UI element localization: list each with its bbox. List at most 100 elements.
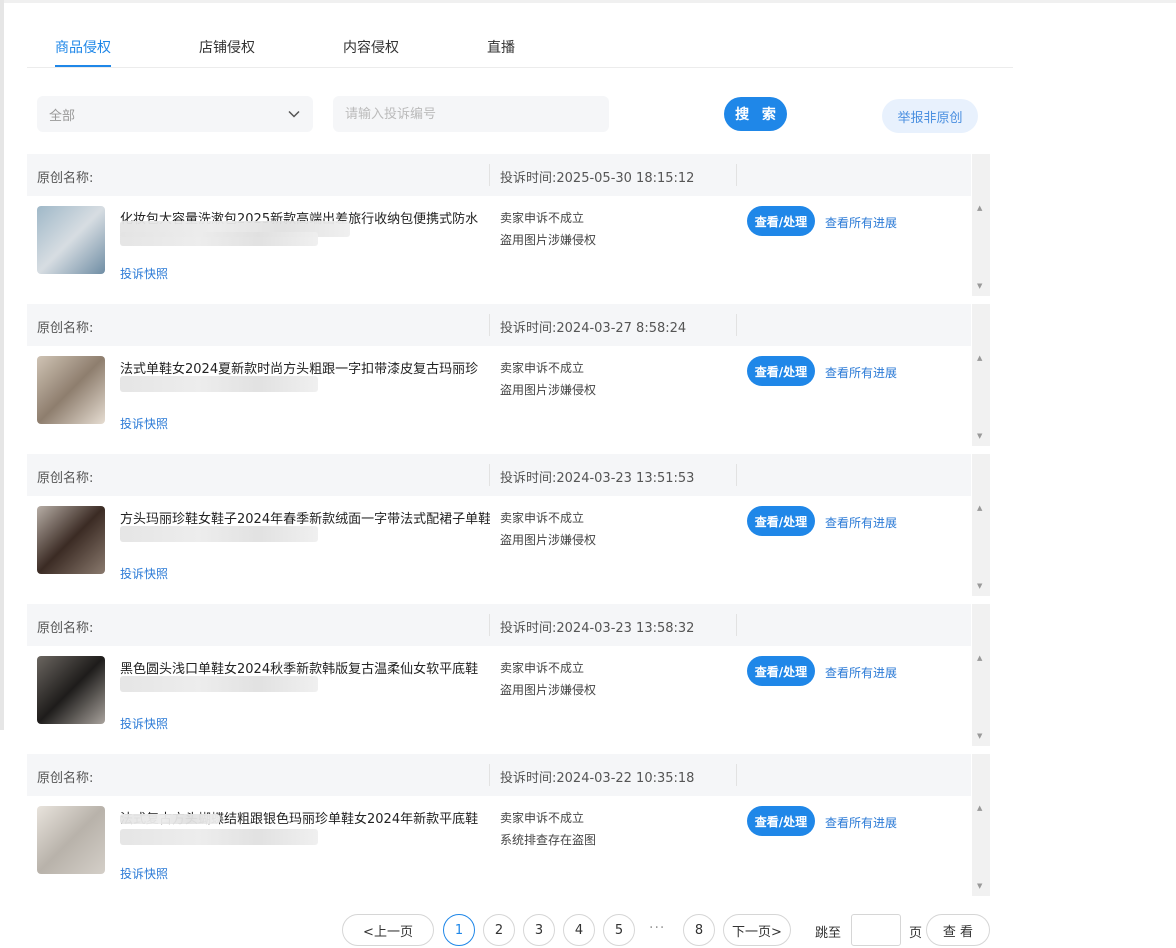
divider — [736, 764, 737, 786]
pagination-ellipsis: ··· — [649, 920, 666, 936]
record-header: 原创名称: 投诉时间:2024-03-27 8:58:24 — [27, 304, 971, 346]
view-all-progress-link[interactable]: 查看所有进展 — [825, 814, 897, 831]
status-select[interactable]: 全部 — [37, 96, 313, 132]
record-body: 方头玛丽珍鞋女鞋子2024年春季新款绒面一字带法式配裙子单鞋 投诉快照 卖家申诉… — [27, 496, 971, 596]
scroll-down-icon[interactable]: ▼ — [977, 582, 982, 590]
product-thumbnail[interactable] — [37, 656, 105, 724]
view-handle-button[interactable]: 查看/处理 — [747, 356, 815, 386]
jump-page-input[interactable] — [851, 914, 901, 946]
record-body: 法式复古方头蝴蝶结粗跟银色玛丽珍单鞋女2024年新款平底鞋 投诉快照 卖家申诉不… — [27, 796, 971, 896]
product-thumbnail[interactable] — [37, 806, 105, 874]
complaint-reason: 盗用图片涉嫌侵权 — [500, 233, 597, 247]
page-button-1[interactable]: 1 — [443, 914, 475, 946]
scroll-down-icon[interactable]: ▼ — [977, 882, 982, 890]
scroll-up-icon[interactable]: ▲ — [977, 354, 982, 362]
page-button-3[interactable]: 3 — [523, 914, 555, 946]
original-name-label: 原创名称: — [37, 471, 94, 486]
complaint-reason: 盗用图片涉嫌侵权 — [500, 533, 597, 547]
view-handle-button[interactable]: 查看/处理 — [747, 206, 815, 236]
complaint-snapshot-link[interactable]: 投诉快照 — [120, 265, 168, 282]
view-all-progress-link[interactable]: 查看所有进展 — [825, 514, 897, 531]
complaint-time: 投诉时间:2024-03-23 13:58:32 — [500, 621, 695, 636]
record-body: 法式单鞋女2024夏新款时尚方头粗跟一字扣带漆皮复古玛丽珍 投诉快照 卖家申诉不… — [27, 346, 971, 446]
page-button-5[interactable]: 5 — [603, 914, 635, 946]
divider — [736, 614, 737, 636]
tab-live[interactable]: 直播 — [487, 37, 515, 57]
record-scrollbar[interactable]: ▲ ▼ — [972, 154, 990, 296]
tab-content-infringement[interactable]: 内容侵权 — [343, 37, 399, 57]
record-scrollbar[interactable]: ▲ ▼ — [972, 604, 990, 746]
scroll-up-icon[interactable]: ▲ — [977, 504, 982, 512]
scroll-down-icon[interactable]: ▼ — [977, 732, 982, 740]
view-all-progress-link[interactable]: 查看所有进展 — [825, 664, 897, 681]
scroll-up-icon[interactable]: ▲ — [977, 204, 982, 212]
appeal-status: 卖家申诉不成立 — [500, 661, 585, 675]
tab-product-infringement[interactable]: 商品侵权 — [55, 37, 111, 57]
complaint-snapshot-link[interactable]: 投诉快照 — [120, 865, 168, 882]
view-all-progress-link[interactable]: 查看所有进展 — [825, 364, 897, 381]
record-header: 原创名称: 投诉时间:2024-03-23 13:51:53 — [27, 454, 971, 496]
page-button-8[interactable]: 8 — [683, 914, 715, 946]
blurred-text — [120, 232, 318, 246]
product-title[interactable]: 方头玛丽珍鞋女鞋子2024年春季新款绒面一字带法式配裙子单鞋 — [120, 508, 490, 527]
appeal-status: 卖家申诉不成立 — [500, 511, 585, 525]
complaint-snapshot-link[interactable]: 投诉快照 — [120, 715, 168, 732]
product-title[interactable]: 黑色圆头浅口单鞋女2024秋季新款韩版复古温柔仙女软平底鞋 — [120, 658, 490, 677]
next-page-button[interactable]: 下一页> — [723, 914, 791, 946]
original-name-label: 原创名称: — [37, 321, 94, 336]
page-button-2[interactable]: 2 — [483, 914, 515, 946]
record-header: 原创名称: 投诉时间:2024-03-22 10:35:18 — [27, 754, 971, 796]
chevron-down-icon — [288, 110, 300, 118]
search-button[interactable]: 搜 索 — [724, 97, 787, 131]
left-edge-bar — [0, 0, 4, 730]
prev-page-button[interactable]: <上一页 — [342, 914, 434, 946]
record-header: 原创名称: 投诉时间:2025-05-30 18:15:12 — [27, 154, 971, 196]
view-all-progress-link[interactable]: 查看所有进展 — [825, 214, 897, 231]
view-handle-button[interactable]: 查看/处理 — [747, 806, 815, 836]
original-name-label: 原创名称: — [37, 171, 94, 186]
product-thumbnail[interactable] — [37, 506, 105, 574]
complaint-snapshot-link[interactable]: 投诉快照 — [120, 565, 168, 582]
product-thumbnail[interactable] — [37, 206, 105, 274]
page-unit-label: 页 — [909, 926, 923, 941]
jump-to-label: 跳至 — [815, 926, 842, 941]
divider — [736, 464, 737, 486]
complaint-time: 投诉时间:2024-03-27 8:58:24 — [500, 321, 687, 336]
complaint-record: 原创名称: 投诉时间:2025-05-30 18:15:12 化妆包大容量洗漱包… — [27, 154, 990, 296]
complaint-number-input[interactable] — [333, 96, 609, 132]
divider — [489, 614, 490, 636]
status-select-value: 全部 — [49, 109, 76, 124]
complaint-record: 原创名称: 投诉时间:2024-03-27 8:58:24 法式单鞋女2024夏… — [27, 304, 990, 446]
product-thumbnail[interactable] — [37, 356, 105, 424]
record-scrollbar[interactable]: ▲ ▼ — [972, 304, 990, 446]
complaint-time: 投诉时间:2024-03-23 13:51:53 — [500, 471, 695, 486]
scroll-down-icon[interactable]: ▼ — [977, 432, 982, 440]
blurred-text — [120, 676, 318, 692]
record-scrollbar[interactable]: ▲ ▼ — [972, 454, 990, 596]
report-non-original-button[interactable]: 举报非原创 — [882, 99, 978, 133]
go-to-page-button[interactable]: 查 看 — [926, 914, 990, 946]
complaint-time: 投诉时间:2025-05-30 18:15:12 — [500, 171, 695, 186]
divider — [489, 464, 490, 486]
tab-bar: 商品侵权 店铺侵权 内容侵权 直播 — [27, 0, 1013, 68]
view-handle-button[interactable]: 查看/处理 — [747, 506, 815, 536]
record-body: 化妆包大容量洗漱包2025新款高端出差旅行收纳包便携式防水 投诉快照 卖家申诉不… — [27, 196, 971, 296]
complaint-reason: 盗用图片涉嫌侵权 — [500, 383, 597, 397]
blurred-text — [120, 814, 220, 824]
appeal-status: 卖家申诉不成立 — [500, 361, 585, 375]
divider — [736, 314, 737, 336]
divider — [489, 314, 490, 336]
blurred-text — [120, 526, 318, 542]
complaint-record: 原创名称: 投诉时间:2024-03-23 13:58:32 黑色圆头浅口单鞋女… — [27, 604, 990, 746]
view-handle-button[interactable]: 查看/处理 — [747, 656, 815, 686]
scroll-up-icon[interactable]: ▲ — [977, 804, 982, 812]
product-title[interactable]: 法式单鞋女2024夏新款时尚方头粗跟一字扣带漆皮复古玛丽珍 — [120, 358, 490, 377]
scroll-down-icon[interactable]: ▼ — [977, 282, 982, 290]
record-scrollbar[interactable]: ▲ ▼ — [972, 754, 990, 896]
page-button-4[interactable]: 4 — [563, 914, 595, 946]
divider — [736, 164, 737, 186]
tab-store-infringement[interactable]: 店铺侵权 — [199, 37, 255, 57]
blurred-text — [120, 829, 318, 845]
complaint-snapshot-link[interactable]: 投诉快照 — [120, 415, 168, 432]
scroll-up-icon[interactable]: ▲ — [977, 654, 982, 662]
